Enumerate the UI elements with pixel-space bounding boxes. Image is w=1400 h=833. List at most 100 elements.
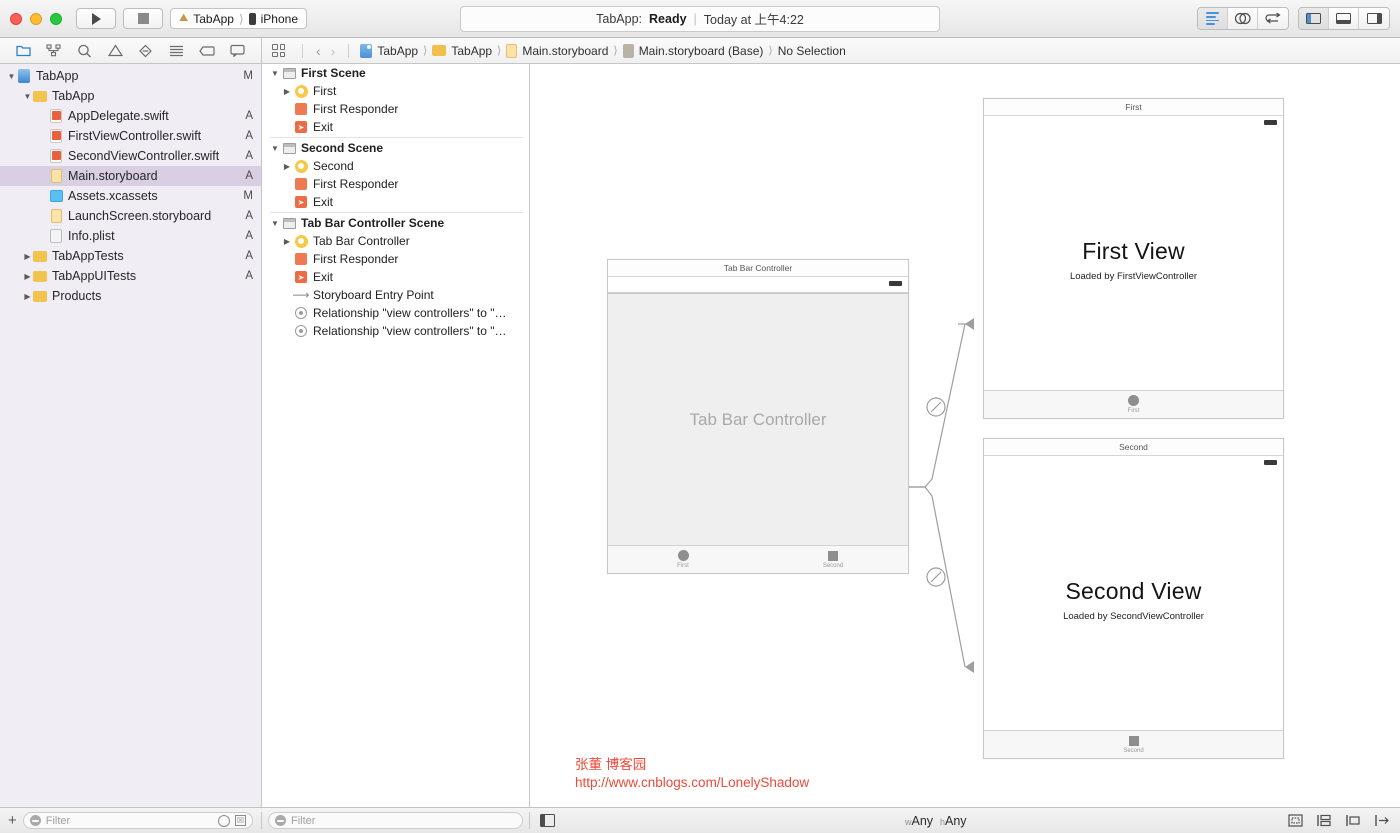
disclosure-triangle-icon[interactable]: ▶ [22,272,33,281]
disclosure-triangle-icon[interactable]: ▶ [280,87,294,96]
minimize-window-button[interactable] [30,12,42,25]
outline-filter-field[interactable]: Filter [268,812,523,829]
scene-tab-bar-controller[interactable]: Tab Bar Controller Tab Bar Controller Fi… [607,259,909,574]
document-outline-toggle-button[interactable] [540,814,555,827]
disclosure-triangle-icon[interactable]: ▶ [280,237,294,246]
navigator-row-tabapptests[interactable]: ▶ TabAppTests A [0,246,261,266]
embed-in-button[interactable] [1317,814,1332,827]
outline-item-relationship-view-controller[interactable]: Relationship "view controllers" to "… [262,304,529,322]
navigator-row-tabapp[interactable]: ▼ TabApp [0,86,261,106]
battery-icon [1264,460,1277,465]
zoom-window-button[interactable] [50,12,62,25]
stop-button[interactable] [123,8,163,29]
navigator-row-launchscreen-storyboard[interactable]: LaunchScreen.storyboard A [0,206,261,226]
disclosure-triangle-icon[interactable]: ▶ [280,162,294,171]
tab-item-second[interactable]: Second [758,546,908,573]
issue-navigator-tab[interactable] [106,42,124,60]
disclosure-triangle-icon[interactable]: ▼ [268,219,282,228]
update-frames-button[interactable] [1288,814,1303,827]
project-navigator-tab[interactable] [14,42,32,60]
document-outline-list: ▼ First Scene ▶ First First Responder ➤ Exit ▼ S… [262,64,529,340]
storyboard-canvas[interactable]: Tab Bar Controller Tab Bar Controller Fi… [530,64,1400,807]
outline-scene-header[interactable]: ▼ Second Scene [262,139,529,157]
report-navigator-tab[interactable] [229,42,247,60]
navigator-row-appdelegate-swift[interactable]: AppDelegate.swift A [0,106,261,126]
navigator-row-tabappuitests[interactable]: ▶ TabAppUITests A [0,266,261,286]
scheme-selector[interactable]: ⛰ TabApp ⟩ iPhone [170,8,308,29]
filter-icon [275,815,286,826]
symbol-navigator-tab[interactable] [76,42,94,60]
outline-filter-placeholder: Filter [291,814,316,827]
disclosure-triangle-icon[interactable]: ▶ [22,292,33,301]
close-window-button[interactable] [10,12,22,25]
outline-item-first-responder[interactable]: First Responder [262,175,529,193]
breadcrumb-base[interactable]: Main.storyboard (Base) [620,43,767,58]
breadcrumb-file[interactable]: Main.storyboard [503,43,611,58]
tab-item-first[interactable]: First [984,391,1283,418]
breakpoint-navigator-tab[interactable] [198,42,216,60]
navigator-row-label: Assets.xcassets [68,189,158,203]
outline-item-tab-bar-controller[interactable]: ▶ Tab Bar Controller [262,232,529,250]
toggle-debug-area-button[interactable] [1329,8,1359,29]
related-items-icon[interactable] [272,44,285,57]
view-toggle-segment [1298,7,1390,30]
navigator-row-assets-xcassets[interactable]: Assets.xcassets M [0,186,261,206]
align-button[interactable] [1346,814,1361,827]
add-file-button[interactable]: + [8,813,17,828]
outline-item-storyboard-entry-point[interactable]: ⟶ Storyboard Entry Point [262,286,529,304]
source-control-navigator-tab[interactable] [45,42,63,60]
first-responder-icon [294,252,308,266]
navigator-row-status: A [245,150,253,162]
navigator-row-main-storyboard[interactable]: Main.storyboard A [0,166,261,186]
breadcrumb-project[interactable]: TabApp [357,43,421,58]
outline-item-exit[interactable]: ➤ Exit [262,268,529,286]
status-prefix: TabApp: [596,11,643,26]
navigator-row-firstviewcontroller-swift[interactable]: FirstViewController.swift A [0,126,261,146]
navigator-row-tabapp[interactable]: ▼ TabApp M [0,66,261,86]
outline-item-first-responder[interactable]: First Responder [262,100,529,118]
scene-second-view[interactable]: Second Second View Loaded by SecondViewC… [983,438,1284,759]
standard-editor-button[interactable] [1198,8,1228,29]
disclosure-triangle-icon[interactable]: ▼ [22,92,33,101]
forward-button[interactable]: › [326,43,341,59]
navigator-row-secondviewcontroller-swift[interactable]: SecondViewController.swift A [0,146,261,166]
size-class-indicator[interactable]: wAny hAny [905,814,967,828]
toggle-utilities-button[interactable] [1359,8,1389,29]
outline-scene-header[interactable]: ▼ First Scene [262,64,529,82]
outline-item-exit[interactable]: ➤ Exit [262,118,529,136]
scene-first-view[interactable]: First First View Loaded by FirstViewCont… [983,98,1284,419]
disclosure-triangle-icon[interactable]: ▼ [268,69,282,78]
navigator-row-label: TabApp [36,69,79,83]
assistant-editor-button[interactable] [1228,8,1258,29]
jump-bar: ‹ › TabApp ⟩ TabApp ⟩ Main.storyboard ⟩ … [262,38,1400,63]
recent-files-filter-icon[interactable] [218,814,230,827]
outline-item-relationship-view-controller[interactable]: Relationship "view controllers" to "… [262,322,529,340]
toggle-navigator-button[interactable] [1299,8,1329,29]
version-editor-button[interactable] [1258,8,1288,29]
tab-item-first[interactable]: First [608,546,758,573]
source-control-filter-icon[interactable]: ☒ [235,815,246,826]
outline-item-exit[interactable]: ➤ Exit [262,193,529,211]
scene-body: Second View Loaded by SecondViewControll… [984,456,1283,758]
outline-item-first[interactable]: ▶ First [262,82,529,100]
disclosure-triangle-icon[interactable]: ▼ [6,72,17,81]
tab-item-label: Second [822,562,844,569]
debug-navigator-tab[interactable] [167,42,185,60]
disclosure-triangle-icon[interactable]: ▼ [268,144,282,153]
navigator-row-products[interactable]: ▶ Products [0,286,261,306]
back-button[interactable]: ‹ [311,43,326,59]
outline-item-first-responder[interactable]: First Responder [262,250,529,268]
stop-icon [137,13,149,24]
breadcrumb-group[interactable]: TabApp [429,44,495,58]
outline-scene-header[interactable]: ▼ Tab Bar Controller Scene [262,214,529,232]
outline-item-second[interactable]: ▶ Second [262,157,529,175]
breadcrumb-label: Main.storyboard (Base) [638,43,764,58]
breadcrumb-selection[interactable]: No Selection [775,44,849,58]
navigator-row-info-plist[interactable]: Info.plist A [0,226,261,246]
run-button[interactable] [76,8,116,29]
test-navigator-tab[interactable] [137,42,155,60]
pin-button[interactable] [1375,814,1390,827]
tab-item-second[interactable]: Second [984,731,1283,758]
navigator-filter-field[interactable]: Filter ☒ [22,812,253,829]
disclosure-triangle-icon[interactable]: ▶ [22,252,33,261]
